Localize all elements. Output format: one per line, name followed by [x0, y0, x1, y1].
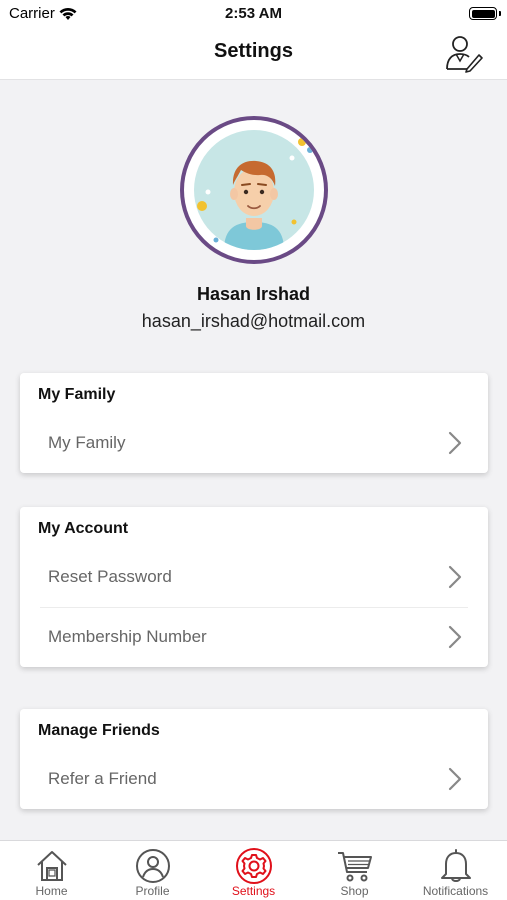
section-header: Manage Friends: [38, 722, 160, 739]
row-label: Refer a Friend: [48, 769, 157, 788]
row-label: Membership Number: [48, 627, 207, 646]
tab-home[interactable]: Home: [1, 841, 102, 900]
tab-label: Profile: [135, 884, 170, 898]
status-bar: Carrier 2:53 AM: [0, 0, 507, 30]
avatar[interactable]: [180, 116, 328, 264]
chevron-right-icon: [448, 767, 462, 791]
section-header: My Family: [38, 386, 116, 403]
my-family-card: My Family My Family: [20, 373, 488, 473]
tab-label: Home: [35, 884, 68, 898]
row-label: Reset Password: [48, 567, 172, 586]
battery-icon: [469, 7, 497, 20]
battery-tip: [499, 11, 501, 16]
page-title: Settings: [214, 40, 293, 62]
reset-password-row[interactable]: Reset Password: [20, 547, 488, 607]
navigation-bar: Settings: [0, 30, 507, 80]
tab-shop[interactable]: Shop: [304, 841, 405, 900]
tab-label: Settings: [231, 884, 276, 898]
tab-notifications[interactable]: Notifications: [405, 841, 506, 900]
edit-profile-icon[interactable]: [443, 33, 483, 73]
profile-icon: [135, 849, 170, 883]
membership-number-row[interactable]: Membership Number: [20, 607, 488, 667]
cart-icon: [337, 852, 372, 882]
my-account-card: My Account Reset Password Membership Num…: [20, 507, 488, 667]
section-header: My Account: [38, 520, 129, 537]
row-label: My Family: [48, 433, 126, 452]
tab-profile[interactable]: Profile: [102, 841, 203, 900]
tab-label: Shop: [340, 884, 369, 898]
tab-bar: Home Profile Settings Shop Notifications: [0, 840, 507, 900]
home-icon: [36, 851, 67, 881]
chevron-right-icon: [448, 625, 462, 649]
user-email: hasan_irshad@hotmail.com: [141, 311, 366, 331]
my-family-row[interactable]: My Family: [20, 413, 488, 473]
manage-friends-card: Manage Friends Refer a Friend: [20, 709, 488, 809]
bell-icon: [440, 849, 471, 882]
status-time: 2:53 AM: [225, 5, 282, 22]
user-name: Hasan Irshad: [196, 284, 311, 304]
avatar-decoration: [197, 138, 313, 243]
gear-icon: [235, 848, 272, 884]
tab-settings[interactable]: Settings: [203, 841, 304, 900]
tab-label: Notifications: [422, 884, 489, 898]
refer-friend-row[interactable]: Refer a Friend: [20, 749, 488, 809]
chevron-right-icon: [448, 565, 462, 589]
chevron-right-icon: [448, 431, 462, 455]
